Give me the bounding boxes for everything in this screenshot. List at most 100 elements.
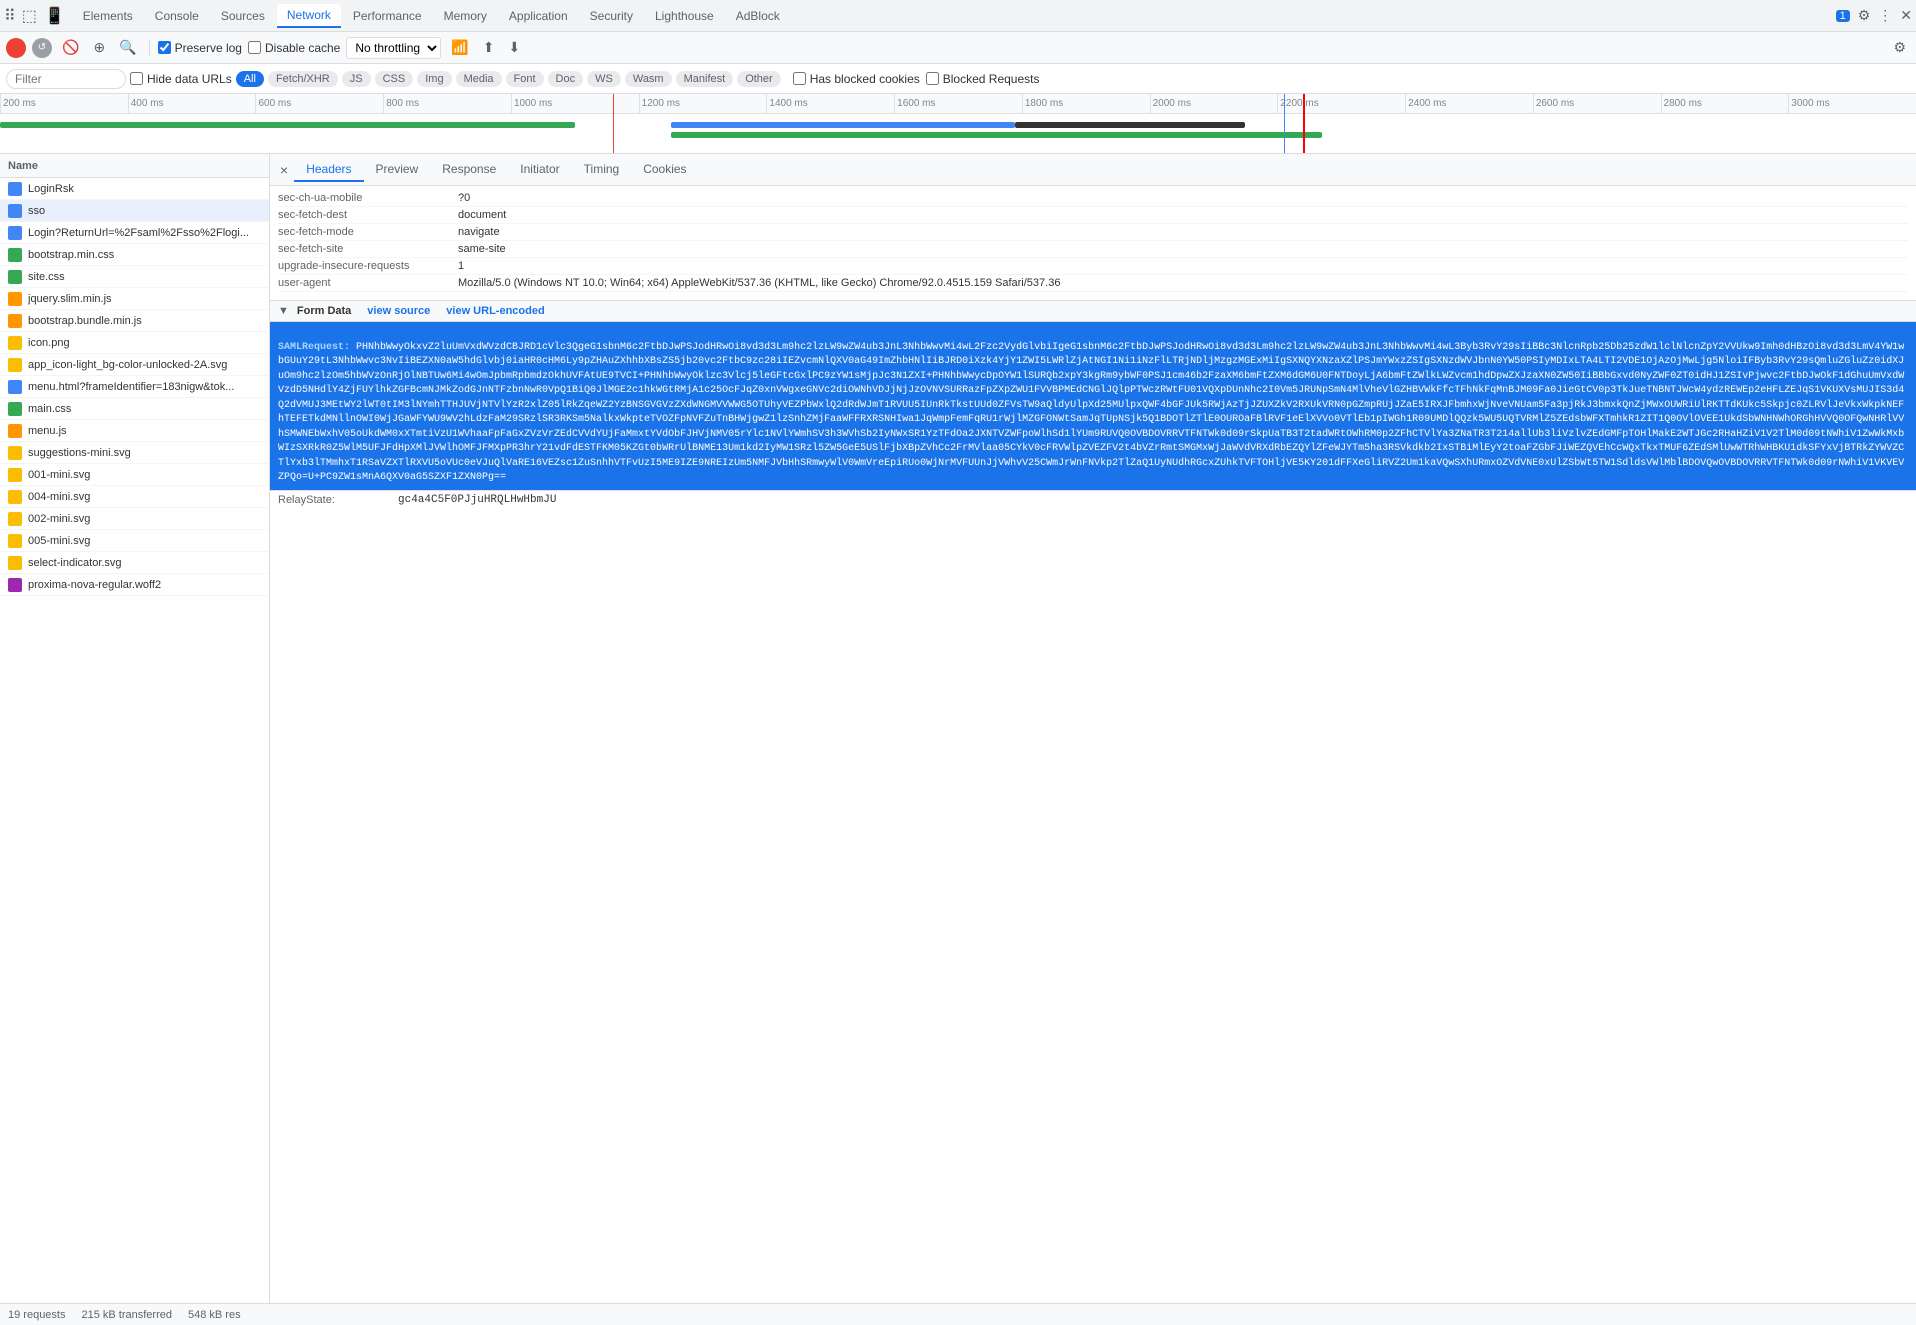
tab-adblock[interactable]: AdBlock (726, 5, 790, 27)
preserve-log-label[interactable]: Preserve log (158, 41, 242, 55)
chip-manifest[interactable]: Manifest (676, 71, 734, 87)
reload-button[interactable]: ↺ (32, 38, 52, 58)
detail-tab-response[interactable]: Response (430, 158, 508, 182)
tab-sources[interactable]: Sources (211, 5, 275, 27)
file-item-login-return[interactable]: Login?ReturnUrl=%2Fsaml%2Fsso%2Flogi... (0, 222, 269, 244)
chip-wasm[interactable]: Wasm (625, 71, 672, 87)
file-item-bootstrap-bundle[interactable]: bootstrap.bundle.min.js (0, 310, 269, 332)
file-icon-main-css (8, 402, 22, 416)
file-item-002-svg[interactable]: 002-mini.svg (0, 508, 269, 530)
chip-other[interactable]: Other (737, 71, 781, 87)
file-icon-menu-js (8, 424, 22, 438)
clear-button[interactable]: 🚫 (58, 37, 83, 58)
detail-tab-cookies[interactable]: Cookies (631, 158, 698, 182)
file-item-app-icon[interactable]: app_icon-light_bg-color-unlocked-2A.svg (0, 354, 269, 376)
search-button[interactable]: 🔍 (115, 37, 140, 58)
tab-elements[interactable]: Elements (73, 5, 143, 27)
timeline-vline-red2 (1303, 94, 1305, 154)
filter-icon[interactable]: ⊕ (89, 37, 109, 58)
view-source-link[interactable]: view source (367, 305, 430, 317)
notification-badge: 1 (1836, 10, 1850, 22)
tick-2400: 2400 ms (1405, 94, 1533, 113)
chip-media[interactable]: Media (456, 71, 502, 87)
file-item-suggestions-svg[interactable]: suggestions-mini.svg (0, 442, 269, 464)
detail-tab-initiator[interactable]: Initiator (508, 158, 571, 182)
blocked-requests-checkbox[interactable] (926, 72, 939, 85)
devtools-inspect-icon[interactable]: ⬚ (22, 6, 37, 26)
upload-icon[interactable]: ⬆ (479, 37, 499, 58)
has-blocked-cookies-checkbox[interactable] (793, 72, 806, 85)
file-item-select-svg[interactable]: select-indicator.svg (0, 552, 269, 574)
file-item-jquery[interactable]: jquery.slim.min.js (0, 288, 269, 310)
file-item-menu[interactable]: menu.html?frameIdentifier=183nigw&tok... (0, 376, 269, 398)
chip-css[interactable]: CSS (375, 71, 414, 87)
chip-fetch-xhr[interactable]: Fetch/XHR (268, 71, 338, 87)
tab-security[interactable]: Security (580, 5, 643, 27)
throttle-select[interactable]: No throttling Fast 3G Slow 3G Offline (346, 37, 441, 59)
file-name-jquery: jquery.slim.min.js (28, 293, 112, 305)
hide-data-urls-label[interactable]: Hide data URLs (130, 72, 232, 86)
relay-state-row: RelayState: gc4a4C5F0PJjuHRQLHwHbmJU (270, 490, 1916, 509)
tab-console[interactable]: Console (145, 5, 209, 27)
file-item-menu-js[interactable]: menu.js (0, 420, 269, 442)
has-blocked-cookies-text: Has blocked cookies (810, 72, 920, 86)
form-data-toggle[interactable]: ▼ (278, 305, 289, 317)
file-name-menu: menu.html?frameIdentifier=183nigw&tok... (28, 381, 234, 393)
file-item-site-css[interactable]: site.css (0, 266, 269, 288)
chip-img[interactable]: Img (417, 71, 451, 87)
devtools-menu-icon[interactable]: ⠿ (4, 6, 16, 26)
tab-network[interactable]: Network (277, 4, 341, 28)
file-item-font[interactable]: proxima-nova-regular.woff2 (0, 574, 269, 596)
filter-input[interactable] (6, 69, 126, 89)
file-icon-002-svg (8, 512, 22, 526)
tab-lighthouse[interactable]: Lighthouse (645, 5, 724, 27)
detail-close-button[interactable]: × (274, 160, 294, 180)
requests-count: 19 requests (8, 1309, 65, 1321)
file-item-loginrsk[interactable]: LoginRsk (0, 178, 269, 200)
header-row-fetch-dest: sec-fetch-dest document (278, 207, 1908, 224)
tab-memory[interactable]: Memory (434, 5, 497, 27)
disable-cache-text: Disable cache (265, 41, 340, 55)
chip-js[interactable]: JS (342, 71, 371, 87)
blocked-requests-label[interactable]: Blocked Requests (926, 72, 1040, 86)
record-button[interactable] (6, 38, 26, 58)
file-name-site-css: site.css (28, 271, 65, 283)
tab-performance[interactable]: Performance (343, 5, 432, 27)
disable-cache-label[interactable]: Disable cache (248, 41, 340, 55)
detail-tab-headers[interactable]: Headers (294, 158, 363, 182)
file-item-bootstrap-css[interactable]: bootstrap.min.css (0, 244, 269, 266)
file-item-sso[interactable]: sso (0, 200, 269, 222)
close-icon[interactable]: ✕ (1900, 7, 1912, 24)
file-item-001-svg[interactable]: 001-mini.svg (0, 464, 269, 486)
more-icon[interactable]: ⋮ (1878, 7, 1892, 24)
detail-tab-preview[interactable]: Preview (364, 158, 431, 182)
has-blocked-cookies-label[interactable]: Has blocked cookies (793, 72, 920, 86)
timeline-vline-blue (1284, 94, 1285, 154)
chip-font[interactable]: Font (506, 71, 544, 87)
preserve-log-checkbox[interactable] (158, 41, 171, 54)
settings-icon[interactable]: ⚙ (1858, 7, 1871, 24)
hide-data-urls-checkbox[interactable] (130, 72, 143, 85)
more-settings-icon[interactable]: ⚙ (1889, 37, 1910, 57)
timeline-bar-green-2 (671, 132, 1322, 138)
file-item-main-css[interactable]: main.css (0, 398, 269, 420)
detail-tab-timing[interactable]: Timing (572, 158, 632, 182)
wifi-icon[interactable]: 📶 (447, 37, 472, 58)
chip-ws[interactable]: WS (587, 71, 621, 87)
saml-content-block: SAMLRequest: PHNhbWwyOkxvZ2luUmVxdWVzdCB… (270, 322, 1916, 490)
devtools-device-icon[interactable]: 📱 (45, 6, 65, 26)
chip-all[interactable]: All (236, 71, 264, 87)
download-icon[interactable]: ⬇ (505, 37, 525, 58)
file-name-select-svg: select-indicator.svg (28, 557, 122, 569)
tab-application[interactable]: Application (499, 5, 578, 27)
tick-1800: 1800 ms (1022, 94, 1150, 113)
disable-cache-checkbox[interactable] (248, 41, 261, 54)
chip-doc[interactable]: Doc (548, 71, 584, 87)
file-item-005-svg[interactable]: 005-mini.svg (0, 530, 269, 552)
tick-600: 600 ms (255, 94, 383, 113)
view-url-encoded-link[interactable]: view URL-encoded (446, 305, 544, 317)
file-item-004-svg[interactable]: 004-mini.svg (0, 486, 269, 508)
file-item-icon-png[interactable]: icon.png (0, 332, 269, 354)
file-icon-login-return (8, 226, 22, 240)
tick-1000: 1000 ms (511, 94, 639, 113)
